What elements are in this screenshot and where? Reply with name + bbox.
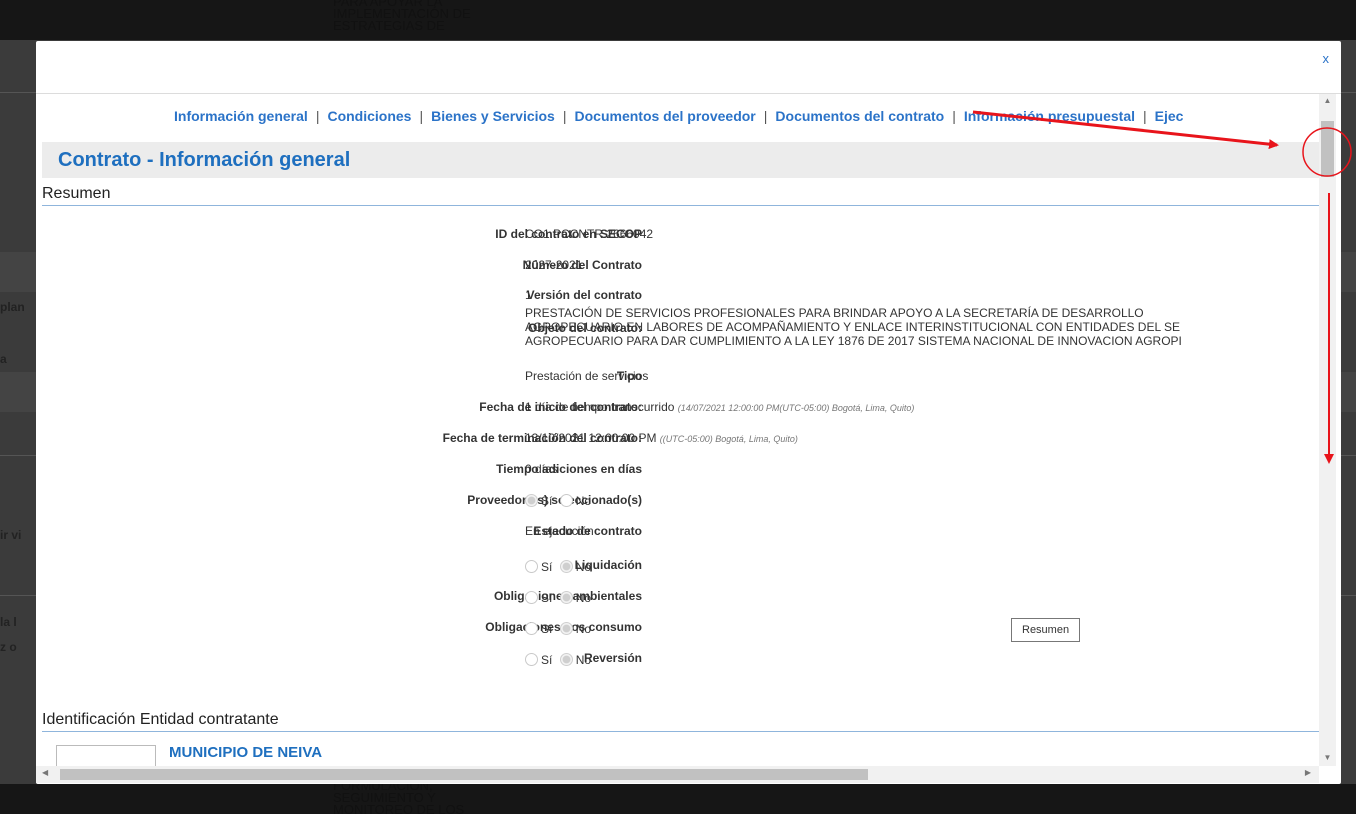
entidad-heading: Identificación Entidad contratante: [42, 711, 1319, 732]
radio-group-obligaciones-pos-consumo: Sí No: [525, 622, 595, 636]
section-nav: Información general | Condiciones | Bienes y…: [174, 108, 1183, 124]
radio-pos-consumo-no[interactable]: [559, 622, 573, 635]
radio-pos-consumo-si[interactable]: [525, 622, 538, 635]
radio-label-no: No: [575, 494, 592, 508]
fecha-terminacion-text: 13/10/2021 12:00:00 PM: [525, 431, 657, 445]
background-text-line: MONITOREO DE LOS: [333, 802, 465, 814]
radio-label-no: No: [575, 591, 592, 605]
nav-separator: |: [952, 108, 956, 124]
radio-group-proveedores: Sí No: [525, 494, 595, 508]
entity-logo: [56, 745, 156, 766]
nav-link-informacion-general[interactable]: Información general: [174, 108, 308, 124]
vertical-scroll-thumb[interactable]: [1321, 121, 1334, 177]
radio-proveedores-no[interactable]: [559, 494, 573, 507]
vertical-scrollbar[interactable]: ▲ ▼: [1319, 94, 1336, 766]
field-label-version-contrato: Versión del contrato: [526, 288, 642, 302]
radio-group-liquidacion: Sí No: [525, 560, 595, 574]
radio-label-si: Sí: [541, 560, 553, 574]
radio-reversion-no[interactable]: [559, 653, 573, 666]
background-side-text: z o: [0, 640, 17, 654]
radio-liquidacion-si[interactable]: [525, 560, 538, 573]
scroll-right-icon[interactable]: ▶: [1305, 768, 1311, 777]
nav-link-ejecucion[interactable]: Ejec: [1155, 108, 1184, 124]
fecha-inicio-timezone: (14/07/2021 12:00:00 PM(UTC-05:00) Bogot…: [677, 403, 915, 413]
background-side-text: la l: [0, 615, 17, 629]
field-label-tiempo-adiciones: Tiempo adiciones en días: [496, 462, 642, 476]
field-value-estado-contrato: En ejecución: [525, 524, 594, 538]
scroll-up-icon[interactable]: ▲: [1319, 96, 1336, 105]
radio-group-reversion: Sí No: [525, 653, 595, 667]
radio-label-no: No: [575, 622, 592, 636]
field-value-version-contrato: 1: [525, 288, 532, 302]
field-value-numero-contrato: 2027-2021: [525, 258, 583, 272]
contract-detail-modal: x Información general | Condiciones | Bienes…: [36, 41, 1341, 784]
resumen-heading: Resumen: [42, 185, 1319, 206]
objeto-line: AGROPECUARIO EN LABORES DE ACOMPAÑAMIENT…: [525, 320, 1181, 334]
background-side-text: ir vi: [0, 528, 22, 542]
fecha-inicio-text: 1 día de tiempo transcurrido: [525, 400, 675, 414]
field-value-tipo: Prestación de servicios: [525, 369, 649, 383]
background-side-text: plan: [0, 300, 25, 314]
nav-separator: |: [1143, 108, 1147, 124]
nav-separator: |: [763, 108, 768, 124]
background-text-line: ESTRATEGIAS DE: [333, 18, 445, 33]
radio-label-si: Sí: [541, 591, 553, 605]
radio-label-si: Sí: [541, 653, 553, 667]
objeto-line: PRESTACIÓN DE SERVICIOS PROFESIONALES PA…: [525, 306, 1144, 320]
entity-name-link[interactable]: MUNICIPIO DE NEIVA: [169, 744, 322, 761]
background-overflow-text-top: PARA APOYAR LA IMPLEMENTACIÓN DE ESTRATE…: [333, 0, 533, 32]
radio-proveedores-si[interactable]: [525, 494, 538, 507]
field-value-tiempo-adiciones: 0 días: [525, 462, 558, 476]
background-top-bar: [0, 0, 1356, 40]
background-bottom-bar: [0, 784, 1356, 814]
nav-link-informacion-presupuestal[interactable]: Información presupuestal: [964, 108, 1135, 124]
nav-link-documentos-contrato[interactable]: Documentos del contrato: [775, 108, 944, 124]
radio-reversion-si[interactable]: [525, 653, 538, 666]
nav-separator: |: [419, 108, 424, 124]
page-title: Contrato - Información general: [42, 142, 1319, 178]
radio-label-si: Sí: [541, 494, 553, 508]
radio-label-si: Sí: [541, 622, 553, 636]
nav-separator: |: [562, 108, 567, 124]
horizontal-scrollbar[interactable]: ◀ ▶: [36, 766, 1319, 783]
scroll-down-icon[interactable]: ▼: [1319, 753, 1336, 762]
radio-ambientales-si[interactable]: [525, 591, 538, 604]
field-value-fecha-terminacion: 13/10/2021 12:00:00 PM ((UTC-05:00) Bogo…: [525, 431, 798, 445]
nav-link-documentos-proveedor[interactable]: Documentos del proveedor: [575, 108, 756, 124]
field-value-id-secop: CO1.PCCNTR.2666042: [525, 227, 654, 241]
radio-liquidacion-no[interactable]: [559, 560, 573, 573]
resumen-button[interactable]: Resumen: [1011, 618, 1081, 642]
nav-link-bienes-servicios[interactable]: Bienes y Servicios: [431, 108, 555, 124]
scroll-left-icon[interactable]: ◀: [42, 768, 48, 777]
fecha-terminacion-timezone: ((UTC-05:00) Bogotá, Lima, Quito): [659, 434, 798, 444]
radio-label-no: No: [575, 560, 592, 574]
field-value-objeto-contrato: PRESTACIÓN DE SERVICIOS PROFESIONALES PA…: [525, 306, 1182, 348]
horizontal-scroll-thumb[interactable]: [60, 769, 868, 780]
radio-ambientales-no[interactable]: [559, 591, 573, 604]
nav-separator: |: [315, 108, 320, 124]
background-side-text: a: [0, 352, 7, 366]
radio-label-no: No: [575, 653, 592, 667]
background-overflow-text-bottom: FORMULACIÓN, SEGUIMIENTO Y MONITOREO DE …: [333, 779, 533, 814]
modal-scroll-viewport[interactable]: Información general | Condiciones | Bienes y…: [36, 94, 1319, 766]
modal-close-button[interactable]: x: [1323, 51, 1330, 66]
field-value-fecha-inicio: 1 día de tiempo transcurrido (14/07/2021…: [525, 400, 914, 414]
radio-group-obligaciones-ambientales: Sí No: [525, 591, 595, 605]
nav-link-condiciones[interactable]: Condiciones: [327, 108, 411, 124]
objeto-line: AGROPECUARIO PARA DAR CUMPLIMIENTO A LA …: [525, 334, 1182, 348]
